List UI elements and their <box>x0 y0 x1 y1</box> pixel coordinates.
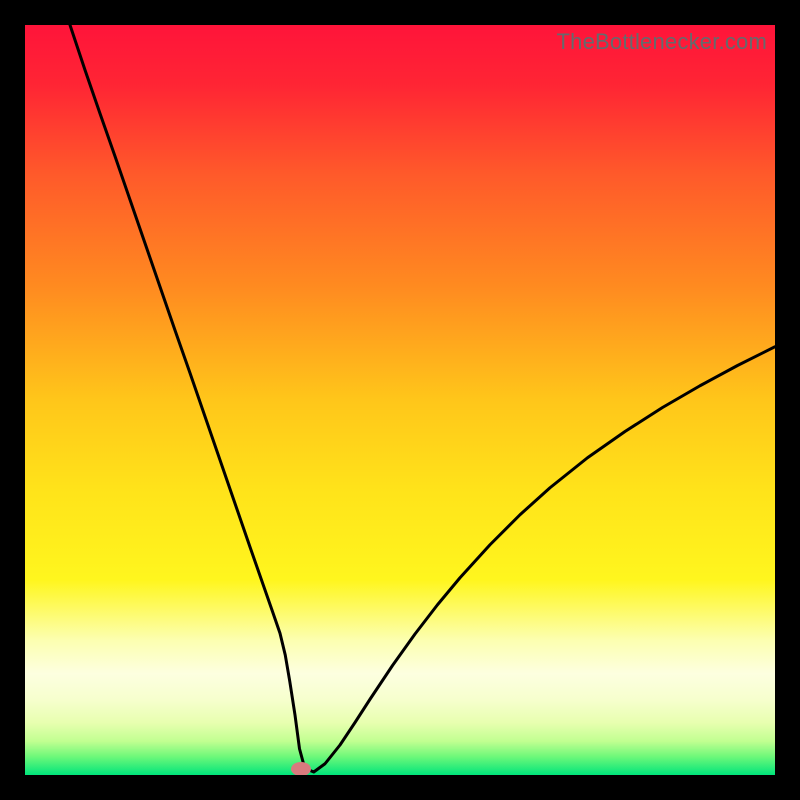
chart-svg <box>25 25 775 775</box>
watermark-text: TheBottlenecker.com <box>557 29 767 55</box>
chart-frame: TheBottlenecker.com <box>25 25 775 775</box>
plot-area <box>25 25 775 775</box>
gradient-background <box>25 25 775 775</box>
